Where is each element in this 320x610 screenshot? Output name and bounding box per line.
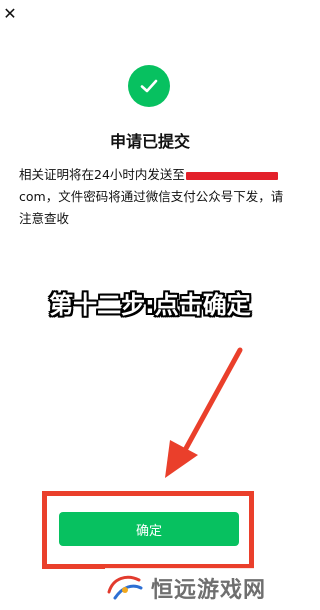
page-title: 申请已提交: [109, 132, 190, 151]
redacted-email: [185, 171, 278, 180]
close-icon[interactable]: ✕: [3, 6, 17, 22]
check-circle-icon: [128, 65, 170, 107]
result-message: 相关证明将在24小时内发送至 com，文件密码将通过微信支付公众号下发，请注意查…: [19, 164, 289, 230]
step-caption: 第十二步:点击确定: [49, 291, 251, 319]
watermark-text: 恒远游戏网: [151, 577, 267, 603]
message-text-part1: 相关证明将在24小时内发送至: [19, 167, 185, 182]
watermark-logo-icon: [107, 575, 143, 600]
confirm-button[interactable]: 确定: [59, 512, 239, 546]
result-page: ✕ 申请已提交 相关证明将在24小时内发送至 com，文件密码将通过微信支付公众…: [0, 0, 300, 610]
message-text-part2: com，文件密码将通过微信支付公众号下发，请注意查收: [19, 189, 284, 226]
watermark: 恒远游戏网: [105, 568, 300, 608]
